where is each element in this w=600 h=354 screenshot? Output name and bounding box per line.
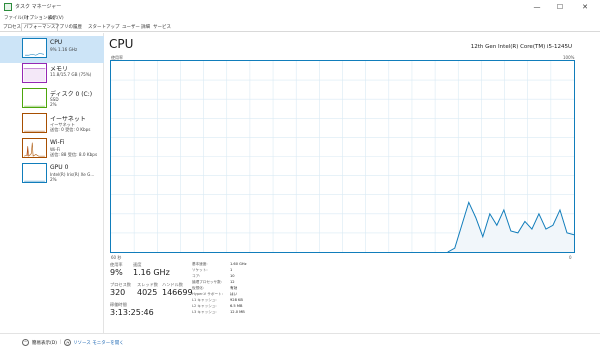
brief-view-link[interactable]: 簡易表示(D)	[32, 340, 57, 346]
tab-processes[interactable]: プロセス	[3, 24, 21, 32]
window-title: タスク マネージャー	[15, 4, 62, 10]
time-span-label: 60 秒	[111, 255, 122, 260]
spec-value: 1	[230, 268, 233, 272]
tab-details[interactable]: 詳細	[141, 24, 150, 32]
usage-value: 9%	[110, 268, 123, 277]
threads-value: 4025	[137, 288, 158, 297]
tab-performance[interactable]: パフォーマンス	[21, 23, 59, 31]
spec-value: 928 KB	[230, 298, 243, 302]
spec-value: 12	[230, 280, 235, 284]
zero-label: 0	[569, 255, 572, 260]
spec-key: L3 キャッシュ:	[192, 310, 217, 314]
sidebar-item-memory[interactable]: メモリ 11.8/15.7 GB (75%)	[0, 61, 104, 88]
disk-graph-icon	[22, 88, 47, 108]
chevron-up-icon[interactable]: ^	[22, 339, 29, 346]
tab-startup[interactable]: スタートアップ	[88, 24, 120, 32]
cpu-graph-canvas	[111, 61, 574, 252]
cpu-graph-icon	[22, 38, 47, 58]
sidebar-item-title: GPU 0	[50, 164, 69, 171]
task-manager-icon	[4, 3, 12, 11]
spec-key: コア:	[192, 274, 201, 278]
spec-value: 有効	[230, 286, 238, 290]
cpu-utilization-graph	[110, 60, 575, 253]
page-title: CPU	[109, 37, 134, 51]
wifi-graph-icon	[22, 138, 47, 158]
spec-key: L1 キャッシュ:	[192, 298, 217, 302]
sidebar-item-title: CPU	[50, 39, 63, 46]
title-bar: タスク マネージャー — ☐ ✕	[0, 0, 600, 14]
handles-value: 146699	[162, 288, 193, 297]
spec-key: 仮想化:	[192, 286, 204, 290]
tab-app-history[interactable]: アプリの履歴	[55, 24, 82, 32]
sidebar-item-sub: 送信: 88 受信: 8.0 Kbps	[50, 152, 98, 157]
gpu-graph-icon	[22, 163, 47, 183]
spec-value: 6.5 MB	[230, 304, 243, 308]
sidebar-item-title: Wi-Fi	[50, 139, 65, 146]
sidebar-item-sub: 2%	[50, 177, 57, 182]
separator: |	[60, 340, 62, 345]
sidebar-item-ethernet[interactable]: イーサネット イーサネット 送信: 0 受信: 0 Kbps	[0, 111, 104, 138]
tab-users[interactable]: ユーザー	[122, 24, 140, 32]
sidebar-item-wifi[interactable]: Wi-Fi Wi-Fi 送信: 88 受信: 8.0 Kbps	[0, 136, 104, 163]
memory-graph-icon	[22, 63, 47, 83]
processes-value: 320	[110, 288, 126, 297]
sidebar-item-sub: 送信: 0 受信: 0 Kbps	[50, 127, 91, 132]
cpu-model-name: 12th Gen Intel(R) Core(TM) i5-1245U	[470, 44, 572, 50]
sidebar-item-gpu[interactable]: GPU 0 Intel(R) Iris(R) Xe G... 2%	[0, 161, 104, 188]
spec-value: 10	[230, 274, 235, 278]
sidebar-item-cpu[interactable]: CPU 9% 1.16 GHz	[0, 36, 104, 63]
sidebar-item-sub: 11.8/15.7 GB (75%)	[50, 72, 92, 77]
spec-key: ソケット:	[192, 268, 208, 272]
sidebar-item-disk[interactable]: ディスク 0 (C:) SSD 2%	[0, 86, 104, 113]
close-button[interactable]: ✕	[580, 2, 590, 12]
sidebar-item-sub: 2%	[50, 102, 57, 107]
tab-bar: プロセス パフォーマンス アプリの履歴 スタートアップ ユーザー 詳細 サービス	[0, 23, 600, 32]
resource-monitor-icon[interactable]: ◔	[64, 339, 71, 346]
open-resource-monitor-link[interactable]: リソース モニターを開く	[73, 340, 124, 346]
menu-bar: ファイル(F) オプション(O) 表示(V)	[0, 14, 600, 23]
sidebar-item-sub: 9% 1.16 GHz	[50, 47, 78, 52]
uptime-value: 3:13:25:46	[110, 308, 154, 317]
tab-services[interactable]: サービス	[153, 24, 171, 32]
spec-value: 1.60 GHz	[230, 262, 247, 266]
minimize-button[interactable]: —	[532, 2, 542, 12]
speed-value: 1.16 GHz	[133, 268, 170, 277]
spec-key: 基本速度:	[192, 262, 208, 266]
spec-key: Hyper-V サポート:	[192, 292, 223, 296]
ethernet-graph-icon	[22, 113, 47, 133]
spec-key: 論理プロセッサ数:	[192, 280, 222, 284]
maximize-button[interactable]: ☐	[555, 2, 565, 12]
footer-bar: ^ 簡易表示(D) | ◔ リソース モニターを開く	[0, 333, 600, 354]
spec-value: はい	[230, 292, 238, 296]
menu-view[interactable]: 表示(V)	[48, 15, 64, 21]
spec-value: 12.0 MB	[230, 310, 245, 314]
spec-key: L2 キャッシュ:	[192, 304, 217, 308]
resource-sidebar: CPU 9% 1.16 GHz メモリ 11.8/15.7 GB (75%) デ…	[0, 33, 104, 333]
